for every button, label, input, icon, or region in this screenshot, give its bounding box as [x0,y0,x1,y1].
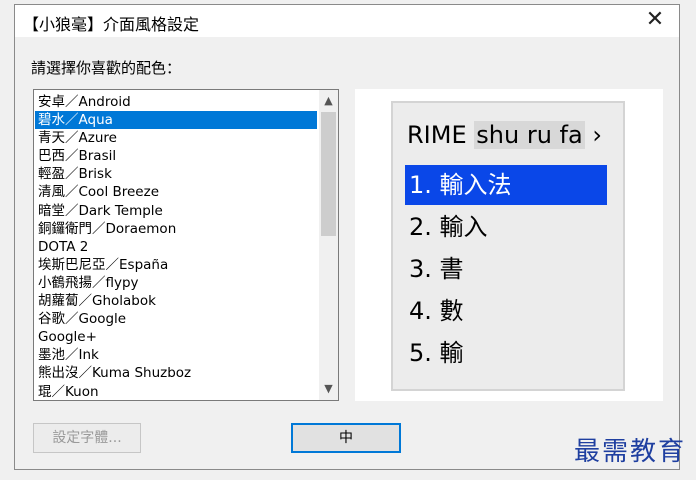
scheme-list-item[interactable]: 谷歌／Google [35,310,317,328]
window-title: 【小狼毫】介面風格設定 [23,15,200,34]
scheme-list-item[interactable]: Google+ [35,328,317,346]
preedit-arrow-icon: › [592,121,602,149]
scheme-list-item[interactable]: 青天／Azure [35,129,317,147]
close-icon[interactable]: ✕ [643,7,667,33]
title-bar: 【小狼毫】介面風格設定 ✕ [15,5,679,37]
candidate-3: 3. 書 [409,255,464,283]
preview-panel: RIME shu ru fa › 1. 輸入法 2. 輸入 3. 書 4. 數 … [355,89,663,401]
preedit-code: shu ru fa [474,121,585,149]
scheme-list-item[interactable]: 熊出沒／Kuma Shuzboz [35,364,317,382]
preedit-row: RIME shu ru fa › [407,121,602,149]
candidate-2: 2. 輸入 [409,213,488,241]
scroll-thumb[interactable] [321,112,336,236]
scroll-up-icon[interactable]: ▲ [319,92,338,110]
scheme-list-item[interactable]: 清風／Cool Breeze [35,183,317,201]
scheme-list-item[interactable]: 輕盈／Brisk [35,165,317,183]
candidate-4: 4. 數 [409,297,464,325]
scheme-list-item[interactable]: 碧水／Aqua [35,111,317,130]
scheme-prompt: 請選擇你喜歡的配色： [31,59,182,77]
scheme-list-item[interactable]: 小鶴飛揚／flypy [35,274,317,292]
watermark-logo: 最需教育 [573,437,686,467]
scheme-list-item[interactable]: 巴西／Brasil [35,147,317,165]
scheme-list-item[interactable]: 胡蘿蔔／Gholabok [35,292,317,310]
scheme-list-item[interactable]: 埃斯巴尼亞／España [35,256,317,274]
list-scrollbar[interactable]: ▲ ▼ [319,90,338,400]
scheme-list-item[interactable]: 安卓／Android [35,93,317,111]
scheme-items: 安卓／Android 碧水／Aqua 青天／Azure 巴西／Brasil 輕盈／Bri… [35,93,317,401]
preedit-brand: RIME [407,121,467,149]
settings-dialog: 【小狼毫】介面風格設定 ✕ 請選擇你喜歡的配色： 安卓／Android 碧水／Aq… [14,4,680,470]
candidate-window-preview: RIME shu ru fa › 1. 輸入法 2. 輸入 3. 書 4. 數 … [391,101,625,391]
scheme-list-item[interactable]: 墨池／Ink [35,346,317,364]
scheme-list-item[interactable]: DOTA 2 [35,238,317,256]
color-scheme-list[interactable]: 安卓／Android 碧水／Aqua 青天／Azure 巴西／Brasil 輕盈／Bri… [33,89,339,401]
font-settings-button[interactable]: 設定字體... [33,423,141,453]
candidate-1: 1. 輸入法 [405,165,607,205]
scheme-list-item[interactable]: 琨／Kuon [35,383,317,401]
candidate-5: 5. 輸 [409,339,464,367]
scheme-list-item[interactable]: 銅鑼衛門／Doraemon [35,220,317,238]
scroll-down-icon[interactable]: ▼ [319,380,338,398]
scheme-list-item[interactable]: 暗堂／Dark Temple [35,202,317,220]
ok-button[interactable]: 中 [291,423,401,453]
